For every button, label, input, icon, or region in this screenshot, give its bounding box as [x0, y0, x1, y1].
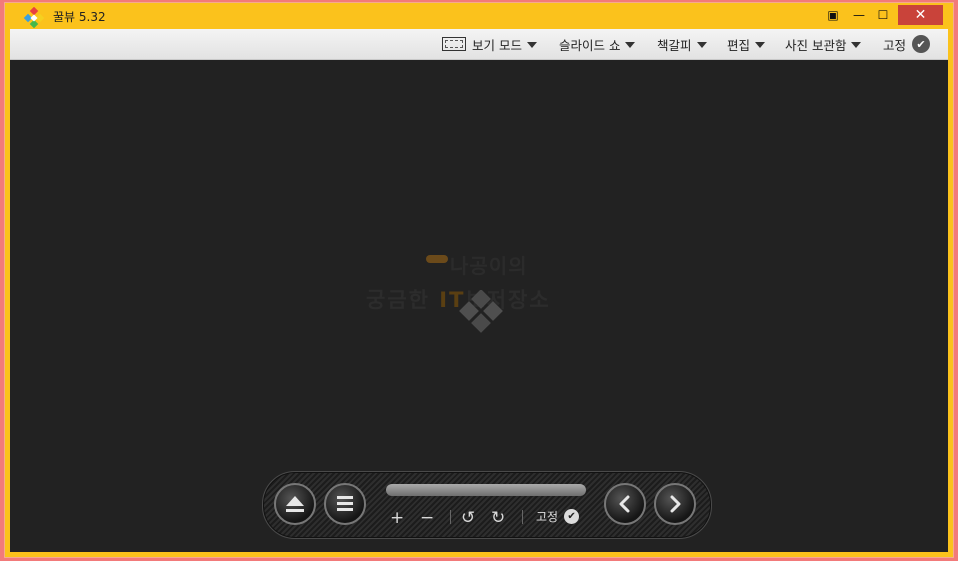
eject-button[interactable] — [274, 483, 316, 525]
menu-edit[interactable]: 편집 — [727, 29, 766, 59]
chevron-down-icon — [696, 41, 707, 48]
zoom-out-button[interactable]: − — [420, 506, 434, 530]
menu-slideshow[interactable]: 슬라이드 쇼 — [559, 29, 636, 59]
menu-edit-label: 편집 — [727, 37, 751, 53]
menu-photo-storage[interactable]: 사진 보관함 — [785, 29, 862, 59]
divider — [522, 510, 523, 524]
fit-window-button[interactable]: ▣ — [823, 5, 843, 25]
menu-list-icon — [337, 496, 353, 511]
fit-icon: ▣ — [827, 8, 839, 22]
close-icon: ✕ — [914, 7, 927, 23]
menu-bookmark-label: 책갈피 — [657, 37, 692, 53]
app-window: 꿀뷰 5.32 ▣ — ☐ ✕ 보기 모드 슬라이드 쇼 책갈피 편집 사진 보… — [4, 2, 954, 558]
divider — [450, 510, 451, 524]
menu-photo-storage-label: 사진 보관함 — [785, 37, 847, 53]
eject-icon — [286, 496, 304, 512]
check-icon: ✔ — [564, 509, 580, 524]
watermark-line1: 나공이의 — [450, 254, 528, 278]
watermark-pill — [426, 255, 448, 263]
title-bar[interactable]: 꿀뷰 5.32 ▣ — ☐ ✕ — [5, 3, 953, 29]
rotate-right-button[interactable]: ↻ — [491, 506, 505, 530]
previous-button[interactable] — [604, 483, 646, 525]
minimize-button[interactable]: — — [847, 5, 871, 25]
menu-pin-label: 고정 — [883, 37, 907, 53]
chevron-left-icon — [619, 495, 630, 513]
minimize-icon: — — [853, 8, 865, 22]
controller-pin-button[interactable]: 고정 ✔ — [536, 508, 580, 525]
view-mode-icon — [442, 37, 466, 51]
app-logo-icon — [23, 7, 45, 29]
maximize-button[interactable]: ☐ — [871, 5, 895, 25]
menu-bar: 보기 모드 슬라이드 쇼 책갈피 편집 사진 보관함 고정 ✔ — [10, 29, 948, 60]
list-button[interactable] — [324, 483, 366, 525]
menu-bookmark[interactable]: 책갈피 — [657, 29, 707, 59]
progress-bar[interactable] — [386, 484, 586, 496]
chevron-down-icon — [755, 41, 766, 48]
close-button[interactable]: ✕ — [898, 5, 943, 25]
chevron-right-icon — [670, 495, 681, 513]
check-icon: ✔ — [912, 35, 931, 53]
menu-slideshow-label: 슬라이드 쇼 — [559, 37, 621, 53]
controller-pin-label: 고정 — [536, 510, 559, 524]
menu-view-mode-label: 보기 모드 — [472, 37, 522, 53]
chevron-down-icon — [851, 41, 862, 48]
playback-controller: + − ↺ ↻ 고정 ✔ — [262, 471, 712, 539]
menu-view-mode[interactable]: 보기 모드 — [442, 29, 537, 59]
menu-pin[interactable]: 고정 ✔ — [883, 29, 931, 59]
next-button[interactable] — [654, 483, 696, 525]
chevron-down-icon — [625, 41, 636, 48]
chevron-down-icon — [526, 41, 537, 48]
honeyview-logo-icon — [459, 290, 503, 333]
zoom-in-button[interactable]: + — [390, 506, 404, 530]
maximize-icon: ☐ — [877, 8, 889, 22]
rotate-left-button[interactable]: ↺ — [461, 506, 475, 530]
watermark-prefix: 궁금한 — [366, 288, 440, 312]
window-title: 꿀뷰 5.32 — [53, 10, 106, 24]
